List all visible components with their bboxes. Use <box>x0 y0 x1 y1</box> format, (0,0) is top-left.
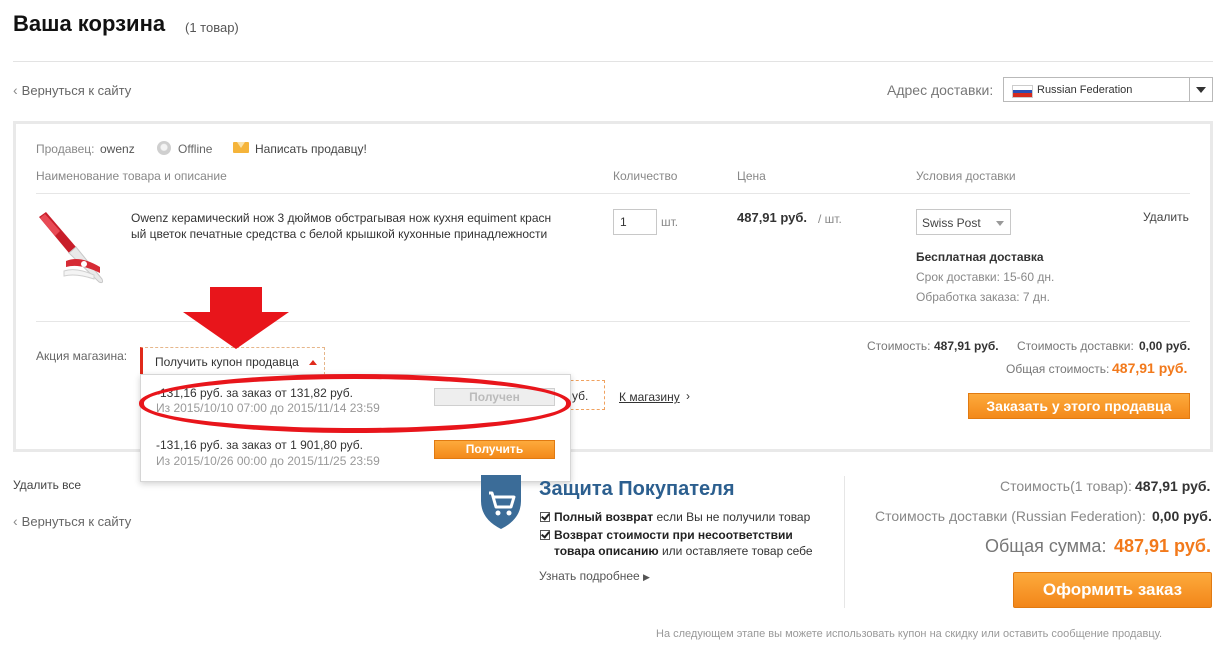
chevron-right-icon: › <box>686 389 690 403</box>
back-to-site-link-bottom[interactable]: ‹ Вернуться к сайту <box>13 513 131 529</box>
total-shipping-label: Стоимость доставки (Russian Federation): <box>875 508 1146 524</box>
chevron-down-icon <box>996 221 1004 226</box>
delivery-address-label: Адрес доставки: <box>887 82 994 98</box>
checkout-button[interactable]: Оформить заказ <box>1013 572 1212 608</box>
coupon-2-dates: Из 2015/10/26 00:00 до 2015/11/25 23:59 <box>156 454 380 468</box>
coupon-1-dates: Из 2015/10/10 07:00 до 2015/11/14 23:59 <box>156 401 380 415</box>
column-header-shipping: Условия доставки <box>916 169 1016 183</box>
coupon-received-button[interactable]: Получен <box>434 388 555 406</box>
country-select[interactable]: Russian Federation <box>1003 77 1213 102</box>
product-image[interactable] <box>36 209 106 289</box>
chevron-left-icon: ‹ <box>13 513 18 529</box>
processing-time: Обработка заказа: 7 дн. <box>916 290 1050 304</box>
russia-flag-icon <box>1012 85 1033 98</box>
quantity-unit: шт. <box>661 215 679 229</box>
page-title: Ваша корзина <box>13 11 166 36</box>
buyer-protection-shield-icon <box>481 475 521 529</box>
to-store-link[interactable]: К магазину <box>619 390 680 404</box>
cart-item-count: (1 товар) <box>185 20 239 35</box>
coupon-1-title: -131,16 руб. за заказ от 131,82 руб. <box>156 386 353 400</box>
column-header-name: Наименование товара и описание <box>36 169 227 183</box>
seller-cost-label: Стоимость: <box>867 339 931 353</box>
learn-more-link[interactable]: Узнать подробнее ▶ <box>539 569 650 583</box>
total-shipping-value: 0,00 руб. <box>1152 508 1212 524</box>
protection-item-2-line-2: товара описанию или оставляете товар себ… <box>554 544 813 558</box>
grand-total-label: Общая сумма: <box>985 536 1107 556</box>
product-title[interactable]: Owenz керамический нож 3 дюймов обстрагы… <box>131 210 556 242</box>
seller-label: Продавец: <box>36 142 95 156</box>
grand-total-value: 487,91 руб. <box>1114 536 1211 556</box>
triangle-right-icon: ▶ <box>643 572 650 582</box>
contact-seller-link[interactable]: Написать продавцу! <box>255 142 367 156</box>
unit-price: 487,91 руб. <box>737 210 808 225</box>
seller-cost-value: 487,91 руб. <box>934 339 999 353</box>
red-arrow-down-icon <box>183 287 289 349</box>
dropdown-arrow-icon[interactable] <box>1189 78 1212 101</box>
free-shipping-label: Бесплатная доставка <box>916 250 1044 264</box>
next-step-note: На следующем этапе вы можете использоват… <box>656 628 1163 640</box>
seller-name-link[interactable]: owenz <box>100 142 135 156</box>
vertical-divider <box>844 476 845 608</box>
get-coupon-button[interactable]: Получить <box>434 440 555 459</box>
get-coupon-dropdown[interactable]: Получить купон продавца <box>140 347 325 375</box>
order-from-seller-button[interactable]: Заказать у этого продавца <box>968 393 1190 419</box>
shipping-method-selected: Swiss Post <box>922 216 981 230</box>
shipping-method-select[interactable]: Swiss Post <box>916 209 1011 235</box>
seller-shipping-value: 0,00 руб. <box>1139 339 1191 353</box>
protection-item-1: Полный возврат если Вы не получили товар <box>554 510 811 524</box>
chevron-left-icon: ‹ <box>13 82 18 98</box>
protection-item-2-line-1: Возврат стоимости при несоответствии <box>554 528 793 542</box>
seller-total-label: Общая стоимость: <box>1006 362 1110 376</box>
coupon-2-title: -131,16 руб. за заказ от 1 901,80 руб. <box>156 438 363 452</box>
store-promo-label: Акция магазина: <box>36 349 128 363</box>
checkmark-icon <box>540 512 550 522</box>
back-to-site-link[interactable]: ‹ Вернуться к сайту <box>13 82 131 98</box>
country-selected: Russian Federation <box>1037 84 1133 96</box>
total-cost-value: 487,91 руб. <box>1135 478 1211 494</box>
divider <box>13 61 1213 62</box>
column-header-price: Цена <box>737 169 766 183</box>
delivery-time: Срок доставки: 15-60 дн. <box>916 270 1055 284</box>
seller-total-value: 487,91 руб. <box>1112 360 1188 376</box>
price-unit: / шт. <box>818 212 842 226</box>
mail-icon[interactable] <box>233 142 249 153</box>
buyer-protection-title: Защита Покупателя <box>539 478 735 500</box>
delete-item-link[interactable]: Удалить <box>1143 210 1189 224</box>
divider <box>36 193 1190 194</box>
total-cost-label: Стоимость(1 товар): <box>1000 478 1132 494</box>
delete-all-link[interactable]: Удалить все <box>13 478 81 492</box>
caret-up-icon <box>309 360 317 365</box>
column-header-quantity: Количество <box>613 169 678 183</box>
offline-status-icon <box>157 141 171 155</box>
checkmark-icon <box>540 530 550 540</box>
seller-shipping-label: Стоимость доставки: <box>1017 339 1134 353</box>
seller-status: Offline <box>178 142 213 156</box>
quantity-input[interactable] <box>613 209 657 235</box>
